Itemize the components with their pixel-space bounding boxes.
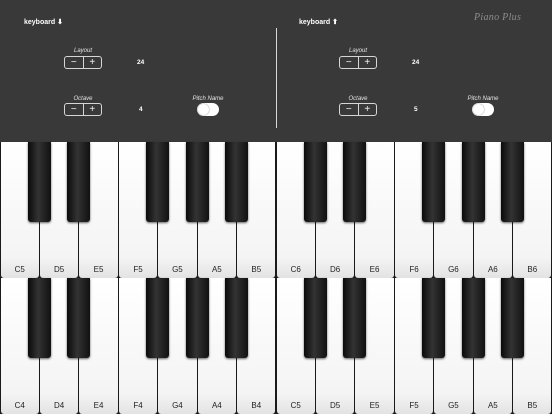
layout-label: Layout <box>73 48 92 54</box>
layout-value: 24 <box>412 59 420 66</box>
layout-decrease-button[interactable]: − <box>65 57 84 68</box>
black-key[interactable] <box>343 142 367 222</box>
black-key[interactable] <box>67 142 91 222</box>
black-key[interactable] <box>303 142 327 222</box>
note-label: B5 <box>251 265 262 274</box>
upper-keyboard-title: keyboard ⬆ <box>299 19 338 26</box>
toggle-knob <box>473 104 484 115</box>
note-label: B6 <box>527 265 538 274</box>
lower-keyboard: C4 D4 E4 F4 G4 A4 B4 C5 D5 E5 F5 G5 A5 B5 <box>0 278 552 414</box>
note-label: G6 <box>448 265 459 274</box>
note-label: D5 <box>330 401 341 410</box>
layout-value: 24 <box>137 59 145 66</box>
note-label: C5 <box>290 401 301 410</box>
pitch-name-label: Pitch Name <box>192 96 224 102</box>
control-panel: keyboard ⬇ keyboard ⬆ Piano Plus Layout … <box>0 0 552 142</box>
black-key[interactable] <box>461 278 485 358</box>
black-key[interactable] <box>146 278 170 358</box>
note-label: E5 <box>93 265 104 274</box>
toggle-knob <box>198 104 209 115</box>
note-label: F4 <box>133 401 143 410</box>
black-key[interactable] <box>303 278 327 358</box>
layout-increase-button[interactable]: + <box>359 57 377 68</box>
note-label: A5 <box>211 265 222 274</box>
note-label: E4 <box>93 401 104 410</box>
note-label: A4 <box>211 401 222 410</box>
black-key[interactable] <box>225 278 249 358</box>
note-label: B5 <box>527 401 538 410</box>
octave-decrease-button[interactable]: − <box>340 104 359 115</box>
octave-label: Octave <box>348 96 368 102</box>
pitch-name-toggle[interactable] <box>197 103 219 116</box>
black-key[interactable] <box>225 142 249 222</box>
black-key[interactable] <box>67 278 91 358</box>
note-label: E5 <box>369 401 380 410</box>
layout-stepper: − + <box>339 56 377 69</box>
note-label: A6 <box>487 265 498 274</box>
octave-decrease-button[interactable]: − <box>65 104 84 115</box>
lower-keyboard-title: keyboard ⬇ <box>24 19 63 26</box>
black-key[interactable] <box>27 142 51 222</box>
upper-keyboard: C5 D5 E5 F5 G5 A5 B5 C6 D6 E6 F6 G6 A6 B6 <box>0 142 552 278</box>
note-label: G5 <box>172 265 183 274</box>
note-label: A5 <box>487 401 498 410</box>
note-label: F5 <box>133 265 143 274</box>
black-key[interactable] <box>501 278 525 358</box>
note-label: G4 <box>172 401 183 410</box>
black-key[interactable] <box>422 278 446 358</box>
octave-stepper: − + <box>339 103 377 116</box>
octave-stepper: − + <box>64 103 102 116</box>
black-key[interactable] <box>461 142 485 222</box>
black-key[interactable] <box>185 278 209 358</box>
octave-increase-button[interactable]: + <box>359 104 377 115</box>
pitch-name-label: Pitch Name <box>467 96 499 102</box>
layout-label: Layout <box>348 48 367 54</box>
octave-increase-button[interactable]: + <box>84 104 102 115</box>
note-label: C4 <box>14 401 25 410</box>
note-label: C6 <box>290 265 301 274</box>
note-label: C5 <box>14 265 25 274</box>
note-label: B4 <box>251 401 262 410</box>
black-key[interactable] <box>422 142 446 222</box>
note-label: F5 <box>409 401 419 410</box>
layout-increase-button[interactable]: + <box>84 57 102 68</box>
black-key[interactable] <box>27 278 51 358</box>
octave-label: Octave <box>73 96 93 102</box>
app-logo: Piano Plus <box>474 12 522 23</box>
octave-value: 4 <box>139 106 143 113</box>
layout-stepper: − + <box>64 56 102 69</box>
note-label: F6 <box>409 265 419 274</box>
layout-decrease-button[interactable]: − <box>340 57 359 68</box>
note-label: D6 <box>330 265 341 274</box>
panel-divider <box>276 28 277 128</box>
note-label: D4 <box>54 401 65 410</box>
note-label: G5 <box>448 401 459 410</box>
octave-value: 5 <box>414 106 418 113</box>
note-label: E6 <box>369 265 380 274</box>
black-key[interactable] <box>185 142 209 222</box>
pitch-name-toggle[interactable] <box>472 103 494 116</box>
black-key[interactable] <box>343 278 367 358</box>
note-label: D5 <box>54 265 65 274</box>
black-key[interactable] <box>146 142 170 222</box>
black-key[interactable] <box>501 142 525 222</box>
